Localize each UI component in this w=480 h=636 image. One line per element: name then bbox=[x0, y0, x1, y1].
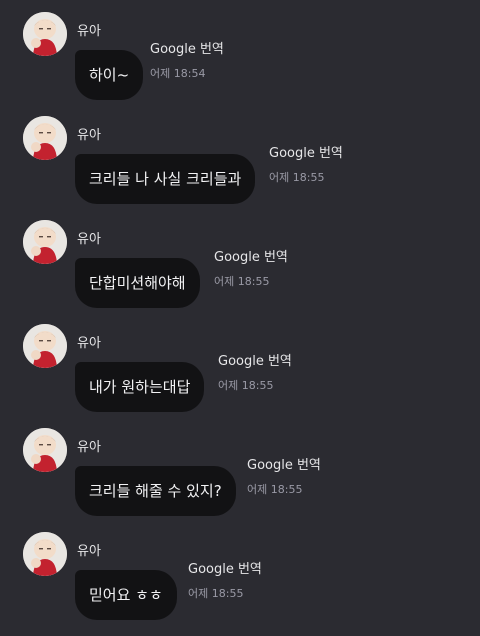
google-translate-link[interactable]: Google 번역 bbox=[150, 42, 224, 58]
baby-avatar-icon bbox=[23, 220, 67, 264]
avatar[interactable] bbox=[23, 324, 67, 368]
message-bubble[interactable]: 믿어요 ㅎㅎ bbox=[75, 570, 177, 620]
google-translate-link[interactable]: Google 번역 bbox=[247, 458, 321, 474]
message-bubble[interactable]: 단합미션해야해 bbox=[75, 258, 200, 308]
message-timestamp: 어제 18:55 bbox=[247, 483, 303, 496]
avatar[interactable] bbox=[23, 116, 67, 160]
baby-avatar-icon bbox=[23, 12, 67, 56]
message-timestamp: 어제 18:55 bbox=[188, 587, 244, 600]
sender-name: 유아 bbox=[77, 232, 101, 247]
avatar[interactable] bbox=[23, 12, 67, 56]
message-timestamp: 어제 18:55 bbox=[214, 275, 270, 288]
message-bubble[interactable]: 내가 원하는대답 bbox=[75, 362, 205, 412]
message-bubble[interactable]: 크리들 나 사실 크리들과 bbox=[75, 154, 256, 204]
avatar[interactable] bbox=[23, 532, 67, 576]
chat-message: 유아 하이~ Google 번역 어제 18:54 bbox=[0, 12, 480, 116]
baby-avatar-icon bbox=[23, 324, 67, 368]
chat-message: 유아 크리들 나 사실 크리들과 Google 번역 어제 18:55 bbox=[0, 116, 480, 220]
chat-message: 유아 크리들 해줄 수 있지? Google 번역 어제 18:55 bbox=[0, 428, 480, 532]
sender-name: 유아 bbox=[77, 440, 101, 455]
sender-name: 유아 bbox=[77, 24, 101, 39]
google-translate-link[interactable]: Google 번역 bbox=[188, 562, 262, 578]
message-timestamp: 어제 18:54 bbox=[150, 67, 206, 80]
message-timestamp: 어제 18:55 bbox=[218, 379, 274, 392]
message-timestamp: 어제 18:55 bbox=[269, 171, 325, 184]
sender-name: 유아 bbox=[77, 544, 101, 559]
chat-message: 유아 단합미션해야해 Google 번역 어제 18:55 bbox=[0, 220, 480, 324]
avatar[interactable] bbox=[23, 220, 67, 264]
google-translate-link[interactable]: Google 번역 bbox=[214, 250, 288, 266]
google-translate-link[interactable]: Google 번역 bbox=[218, 354, 292, 370]
chat-message-list: 유아 하이~ Google 번역 어제 18:54 유아 크리들 나 사실 크리… bbox=[0, 0, 480, 622]
baby-avatar-icon bbox=[23, 116, 67, 160]
chat-message: 유아 내가 원하는대답 Google 번역 어제 18:55 bbox=[0, 324, 480, 428]
baby-avatar-icon bbox=[23, 428, 67, 472]
chat-message: 유아 믿어요 ㅎㅎ Google 번역 어제 18:55 bbox=[0, 532, 480, 636]
sender-name: 유아 bbox=[77, 128, 101, 143]
baby-avatar-icon bbox=[23, 532, 67, 576]
avatar[interactable] bbox=[23, 428, 67, 472]
google-translate-link[interactable]: Google 번역 bbox=[269, 146, 343, 162]
message-bubble[interactable]: 하이~ bbox=[75, 50, 144, 100]
sender-name: 유아 bbox=[77, 336, 101, 351]
message-bubble[interactable]: 크리들 해줄 수 있지? bbox=[75, 466, 236, 516]
